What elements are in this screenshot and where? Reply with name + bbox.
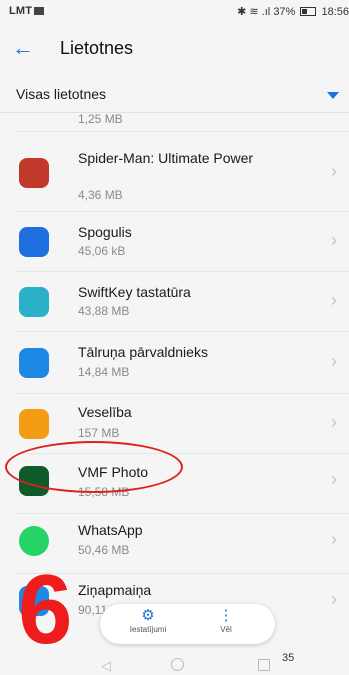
chevron-right-icon: › (331, 161, 337, 181)
system-nav-bar: ◁ 35 (0, 648, 349, 675)
spider-man-app-icon (19, 158, 49, 188)
battery-icon (300, 7, 317, 16)
app-name: WhatsApp (78, 522, 143, 538)
list-item-spogulis[interactable]: Spogulis 45,06 kB › (0, 212, 349, 272)
gear-icon: ⚙ (141, 607, 155, 624)
chevron-right-icon: › (331, 412, 337, 432)
list-item-swiftkey[interactable]: SwiftKey tastatūra 43,88 MB › (0, 272, 349, 332)
health-app-icon (19, 409, 49, 439)
page-number: 35 (282, 652, 295, 664)
list-item-spider-man[interactable]: Spider-Man: Ultimate Power 4,36 MB › (0, 132, 349, 212)
app-name: Spogulis (78, 224, 132, 240)
back-arrow-icon[interactable]: ← (12, 36, 34, 60)
app-name: Veselība (78, 404, 132, 420)
carrier-label: LMT (9, 5, 45, 17)
status-right: ✱ ≋ .ıl 37% 18:56 (237, 5, 349, 18)
highlight-ellipse (5, 441, 183, 493)
nav-home-icon[interactable] (171, 658, 184, 671)
chevron-right-icon: › (331, 529, 337, 549)
clock: 18:56 (321, 6, 349, 18)
whatsapp-app-icon (19, 526, 49, 556)
app-bar: ← Lietotnes (0, 24, 349, 76)
more-button[interactable]: ⋮ Vēl (196, 607, 256, 635)
spogulis-app-icon (19, 227, 49, 257)
more-vertical-icon: ⋮ (218, 607, 234, 624)
app-size: 14,84 MB (78, 365, 130, 379)
app-size: 45,06 kB (78, 244, 126, 258)
page-title: Lietotnes (60, 38, 134, 58)
bottom-action-bar: ⚙ Iestatījumi ⋮ Vēl (100, 604, 275, 644)
app-size: 157 MB (78, 426, 120, 440)
chevron-right-icon: › (331, 469, 337, 489)
chevron-right-icon: › (331, 589, 337, 609)
list-item-phone-manager[interactable]: Tālruņa pārvaldnieks 14,84 MB › (0, 332, 349, 394)
app-size: 43,88 MB (78, 304, 130, 318)
bluetooth-icon: ✱ (237, 6, 247, 18)
app-name: Ziņapmaiņa (78, 582, 152, 598)
sim-icon (34, 7, 45, 15)
app-name: Tālruņa pārvaldnieks (78, 344, 208, 360)
app-size: 4,36 MB (78, 188, 123, 202)
partial-row-size: 1,25 MB (78, 112, 123, 126)
settings-button[interactable]: ⚙ Iestatījumi (118, 607, 178, 635)
shield-app-icon (19, 348, 49, 378)
app-name: Spider-Man: Ultimate Power (78, 150, 254, 166)
battery-percent: 37% (273, 6, 296, 18)
dropdown-caret-icon (327, 92, 339, 99)
wifi-icon: ≋ (249, 6, 259, 18)
chevron-right-icon: › (331, 351, 337, 371)
settings-label: Iestatījumi (129, 625, 167, 634)
app-size: 50,46 MB (78, 543, 130, 557)
chevron-right-icon: › (331, 230, 337, 250)
app-filter-dropdown[interactable]: Visas lietotnes (0, 78, 349, 113)
nav-recents-icon[interactable] (258, 659, 270, 671)
nav-back-icon[interactable]: ◁ (101, 658, 111, 674)
filter-label: Visas lietotnes (16, 86, 107, 102)
more-label: Vēl (220, 625, 232, 634)
swiftkey-app-icon (19, 287, 49, 317)
app-name: SwiftKey tastatūra (78, 284, 191, 300)
step-number-annotation: 6 (18, 554, 73, 664)
chevron-right-icon: › (331, 290, 337, 310)
signal-icon: .ıl (261, 6, 271, 18)
status-bar: LMT ✱ ≋ .ıl 37% 18:56 (0, 0, 349, 24)
